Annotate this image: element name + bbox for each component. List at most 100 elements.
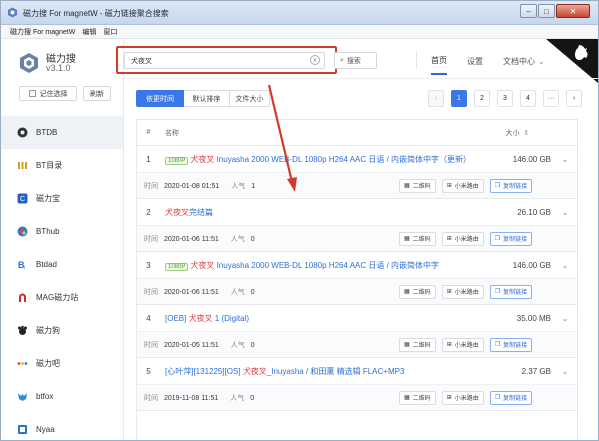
mi-router-button[interactable]: ⊞ 小米路由 (441, 178, 484, 193)
github-corner-icon[interactable] (546, 39, 598, 83)
menu-item-edit[interactable]: 编辑 (82, 27, 96, 37)
qrcode-button[interactable]: ▦ 二维码 (399, 178, 436, 193)
download-icon: ⊞ (446, 236, 452, 242)
qrcode-button[interactable]: ▦ 二维码 (399, 284, 436, 299)
time-value: 2020-01-06 11:51 (164, 235, 219, 243)
search-input[interactable] (124, 52, 325, 69)
tab-home[interactable]: 首页 (431, 47, 447, 75)
menu-item-app[interactable]: 磁力搜 For magnetW (10, 27, 75, 37)
table-row[interactable]: 5 [心叶萍][131225][OS] 犬夜叉_Inuyasha / 和田薰 精选… (137, 358, 577, 385)
sidebar-item-btdb[interactable]: BTDB (1, 116, 123, 149)
row-size: 2.37 GB (521, 366, 551, 376)
sidebar-item-ciliba[interactable]: 磁力吧 (1, 347, 123, 380)
window-controls: – □ ✕ (519, 4, 590, 18)
sidebar-item-bthub[interactable]: BThub (1, 215, 123, 248)
title-prefix: [心叶萍][131225][OS] (165, 366, 243, 376)
hot-label: 人气 (230, 341, 245, 349)
mi-router-button[interactable]: ⊞ 小米路由 (441, 231, 484, 246)
sidebar-item-btdad[interactable]: Bt Btdad (1, 248, 123, 281)
sidebar-item-label: BThub (36, 227, 60, 236)
menu-item-window[interactable]: 窗口 (103, 27, 117, 37)
qrcode-label: 二维码 (412, 237, 431, 243)
sidebar-item-mag[interactable]: MAG磁力站 (1, 281, 123, 314)
time-label: 时间 (144, 394, 158, 402)
btdb-icon (17, 127, 28, 138)
page-2[interactable]: 2 (474, 90, 490, 107)
window-title: 磁力搜 For magnetW - 磁力链接聚合搜索 (23, 9, 169, 18)
row-title[interactable]: 1080P 犬夜叉 Inuyasha 2000 WEB-DL 1080p H264… (160, 260, 505, 271)
qrcode-button[interactable]: ▦ 二维码 (399, 231, 436, 246)
chevron-down-icon[interactable]: ⌄ (555, 367, 575, 376)
row-title[interactable]: [OEB] 犬夜叉 1 (Digital) (160, 313, 505, 324)
chevron-down-icon[interactable]: ⌄ (555, 208, 575, 217)
next-page-button[interactable]: › (566, 90, 582, 107)
qrcode-icon: ▦ (404, 289, 410, 295)
table-header: # 名称 大小 ⇕ (137, 120, 577, 146)
copy-link-label: 复制链接 (503, 184, 528, 190)
mi-router-button[interactable]: ⊞ 小米路由 (441, 390, 484, 405)
tab-docs[interactable]: 文档中心 ⌄ (503, 47, 545, 75)
row-title[interactable]: 1080P 犬夜叉 Inuyasha 2000 WEB-DL 1080p H264… (160, 154, 505, 165)
copy-link-button[interactable]: ❐ 复制链接 (489, 231, 533, 246)
mi-router-label: 小米路由 (454, 290, 479, 296)
row-size: 146.00 GB (512, 154, 551, 164)
table-row[interactable]: 1 1080P 犬夜叉 Inuyasha 2000 WEB-DL 1080p H26… (137, 146, 577, 173)
copy-link-button[interactable]: ❐ 复制链接 (489, 284, 533, 299)
sidebar-item-btfox[interactable]: btfox (1, 380, 123, 413)
table-row[interactable]: 4 [OEB] 犬夜叉 1 (Digital) 35.00 MB ⌄ (137, 305, 577, 332)
title-keyword: 犬夜叉 (165, 207, 189, 217)
prev-page-button[interactable]: ‹ (428, 90, 444, 107)
title-rest: 1 (Digital) (212, 313, 250, 323)
copy-link-button[interactable]: ❐ 复制链接 (489, 178, 533, 193)
title-rest: Inuyasha 2000 WEB-DL 1080p H264 AAC 日语 /… (214, 154, 472, 164)
page-4[interactable]: 4 (520, 90, 536, 107)
title-keyword: 犬夜叉 (190, 260, 215, 270)
sort-by-size[interactable]: 文件大小 (230, 90, 270, 107)
mi-router-button[interactable]: ⊞ 小米路由 (441, 284, 484, 299)
sidebar-item-label: btfox (36, 392, 54, 401)
chevron-down-icon[interactable]: ⌄ (555, 155, 575, 164)
qrcode-icon: ▦ (404, 395, 410, 401)
sidebar-item-ciligou[interactable]: 磁力狗 (1, 314, 123, 347)
sidebar-item-btmulu[interactable]: BT目录 (1, 149, 123, 182)
chevron-down-icon[interactable]: ⌄ (555, 314, 575, 323)
more-pages-button[interactable]: ··· (543, 90, 559, 107)
table-row[interactable]: 2 犬夜叉完结篇 26.10 GB ⌄ (137, 199, 577, 226)
close-button[interactable]: ✕ (556, 4, 590, 18)
search-button[interactable]: ⌕ 搜索 (334, 52, 377, 69)
title-keyword: 犬夜叉 (188, 313, 213, 323)
copy-link-button[interactable]: ❐ 复制链接 (489, 337, 533, 352)
sort-default[interactable]: 默认排序 (184, 90, 230, 107)
copy-link-label: 复制链接 (503, 237, 528, 243)
remember-selection-button[interactable]: 记住选择 (19, 86, 77, 101)
refresh-button[interactable]: 刷新 (83, 86, 111, 101)
sort-icon: ⇕ (523, 129, 530, 137)
mi-router-button[interactable]: ⊞ 小米路由 (441, 337, 484, 352)
qrcode-button[interactable]: ▦ 二维码 (399, 390, 436, 405)
search-icon: ⌕ (340, 56, 344, 64)
svg-text:C: C (20, 196, 25, 203)
sidebar-item-label: BTDB (36, 128, 58, 137)
page-1[interactable]: 1 (451, 90, 467, 107)
tab-settings[interactable]: 设置 (467, 47, 483, 75)
nyaa-icon (17, 424, 28, 435)
sidebar-item-cilibao[interactable]: C 磁力宝 (1, 182, 123, 215)
row-details: 时间 2019-11-08 11:51 人气 0 ▦ 二维码 ⊞ 小米路由 ❐ 复制链接 (137, 385, 577, 411)
table-row[interactable]: 3 1080P 犬夜叉 Inuyasha 2000 WEB-DL 1080p H26… (137, 252, 577, 279)
page-3[interactable]: 3 (497, 90, 513, 107)
sidebar-item-nyaa[interactable]: Nyaa (1, 413, 123, 440)
copy-link-button[interactable]: ❐ 复制链接 (489, 390, 533, 405)
column-size[interactable]: 大小 ⇕ (495, 128, 540, 138)
qrcode-button[interactable]: ▦ 二维码 (399, 337, 436, 352)
qrcode-label: 二维码 (412, 184, 431, 190)
hot-value: 0 (250, 341, 255, 349)
minimize-button[interactable]: – (520, 4, 537, 18)
circle-x-icon[interactable]: ✕ (310, 55, 320, 65)
row-title[interactable]: 犬夜叉完结篇 (160, 207, 505, 218)
sort-by-time[interactable]: 依更时间 (136, 90, 184, 107)
chevron-down-icon[interactable]: ⌄ (555, 261, 575, 270)
row-title[interactable]: [心叶萍][131225][OS] 犬夜叉_Inuyasha / 和田薰 精选辑… (160, 366, 505, 377)
remember-selection-label: 记住选择 (39, 90, 68, 98)
sidebar-item-label: 磁力宝 (36, 194, 60, 203)
maximize-button[interactable]: □ (538, 4, 555, 18)
